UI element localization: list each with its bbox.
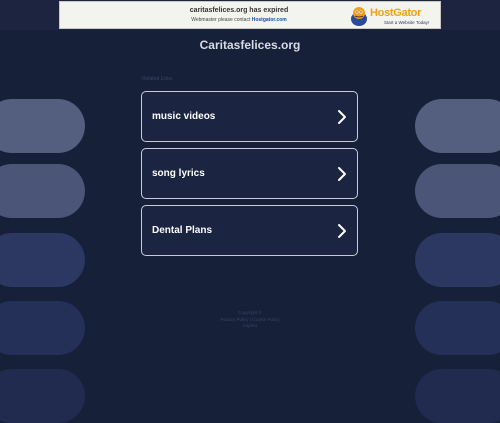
banner-contact-prefix: Webmaster please contact xyxy=(191,17,252,23)
banner-contact-text: Webmaster please contact Hostgator.com xyxy=(164,17,314,23)
related-link-song-lyrics[interactable]: song lyrics xyxy=(141,148,358,199)
footer-imprint-link[interactable]: Imprint xyxy=(0,323,500,328)
hostgator-brand-text: HostGator xyxy=(370,7,422,19)
top-ad-bar: caritasfelices.org has expired Webmaster… xyxy=(0,0,500,30)
decorative-pill-left xyxy=(0,233,85,287)
site-title: Caritasfelices.org xyxy=(199,38,301,52)
related-link-music-videos[interactable]: music videos xyxy=(141,91,358,142)
decorative-pill-left xyxy=(0,369,85,423)
related-links-heading: Related Links xyxy=(142,76,173,82)
chevron-right-icon xyxy=(338,167,346,181)
decorative-pill-right xyxy=(415,233,500,287)
related-link-label: Dental Plans xyxy=(152,225,213,236)
related-link-label: song lyrics xyxy=(152,168,205,179)
related-link-dental-plans[interactable]: Dental Plans xyxy=(141,205,358,256)
related-link-label: music videos xyxy=(152,111,216,122)
chevron-right-icon xyxy=(338,110,346,124)
decorative-pill-right xyxy=(415,369,500,423)
footer-policy-links[interactable]: Privacy Policy | Cookie Policy xyxy=(0,317,500,322)
expired-domain-banner[interactable]: caritasfelices.org has expired Webmaster… xyxy=(59,1,441,29)
hostgator-tagline: Start a Website Today! xyxy=(384,20,430,25)
decorative-pill-right xyxy=(415,164,500,218)
chevron-right-icon xyxy=(338,224,346,238)
banner-contact-link[interactable]: Hostgator.com xyxy=(252,17,287,23)
banner-expired-text: caritasfelices.org has expired xyxy=(189,7,289,14)
footer-copyright: Copyright © xyxy=(238,310,262,315)
decorative-pill-right xyxy=(415,99,500,153)
gator-mascot-icon xyxy=(351,7,367,26)
hostgator-logo[interactable]: HostGator Start a Website Today! xyxy=(348,5,438,27)
decorative-pill-left xyxy=(0,99,85,153)
decorative-pill-left xyxy=(0,164,85,218)
